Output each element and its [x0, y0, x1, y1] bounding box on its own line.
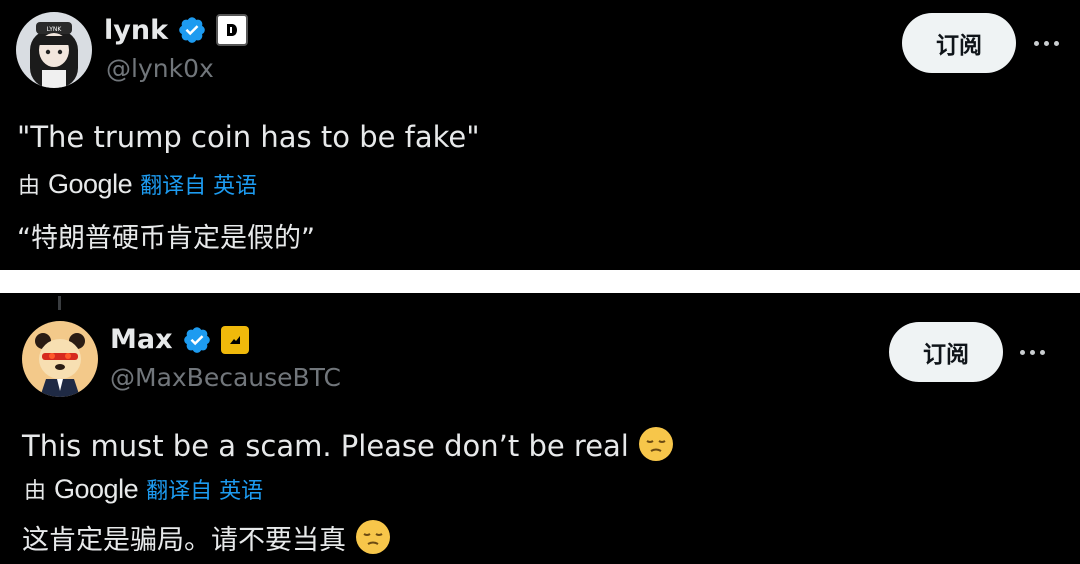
translated-by-label: 由 [18, 174, 41, 199]
google-logo: Google [54, 474, 139, 504]
avatar[interactable] [22, 321, 98, 397]
translated-text-content: 这肯定是骗局。请不要当真 [22, 525, 346, 556]
translated-text: “特朗普硬币肯定是假的” [17, 223, 315, 254]
tweet-text-content: This must be a scam. Please don’t be rea… [22, 429, 629, 463]
avatar[interactable]: LYNK [16, 12, 92, 88]
svg-text:LYNK: LYNK [47, 26, 63, 33]
handle[interactable]: @lynk0x [106, 54, 214, 83]
translation-attribution: 由 Google 翻译自 英语 [18, 168, 257, 200]
author-row: Max [110, 324, 249, 355]
verified-badge-icon[interactable] [182, 325, 212, 355]
translated-text: 这肯定是骗局。请不要当真 [22, 518, 391, 557]
display-name[interactable]: lynk [104, 15, 168, 46]
display-name[interactable]: Max [110, 324, 173, 355]
subscribe-button[interactable]: 订阅 [902, 13, 1016, 73]
tweet-text: This must be a scam. Please don’t be rea… [22, 426, 674, 463]
square-d-icon[interactable] [216, 14, 249, 46]
more-options-icon[interactable] [1034, 37, 1064, 49]
translated-by-label: 由 [24, 479, 47, 504]
translated-from-link[interactable]: 翻译自 英语 [146, 473, 263, 505]
translation-attribution: 由 Google 翻译自 英语 [24, 473, 263, 505]
subscribe-button[interactable]: 订阅 [889, 322, 1003, 382]
handle[interactable]: @MaxBecauseBTC [110, 363, 341, 392]
google-logo: Google [48, 169, 133, 199]
author-row: lynk [104, 14, 249, 46]
yellow-affiliate-icon[interactable] [220, 325, 249, 354]
pensive-face-emoji [639, 427, 674, 461]
translated-from-link[interactable]: 翻译自 英语 [140, 168, 257, 200]
tweet-card[interactable]: LYNK lynk @lynk0x 订阅 "The trump coin has… [0, 0, 1080, 270]
thread-connector-line [58, 296, 61, 310]
more-options-icon[interactable] [1020, 346, 1050, 358]
tweet-text: "The trump coin has to be fake" [17, 120, 480, 154]
verified-badge-icon[interactable] [177, 15, 207, 45]
pensive-face-emoji [355, 520, 390, 554]
tweet-card[interactable]: Max @MaxBecauseBTC 订阅 This must be a sca… [0, 293, 1080, 564]
